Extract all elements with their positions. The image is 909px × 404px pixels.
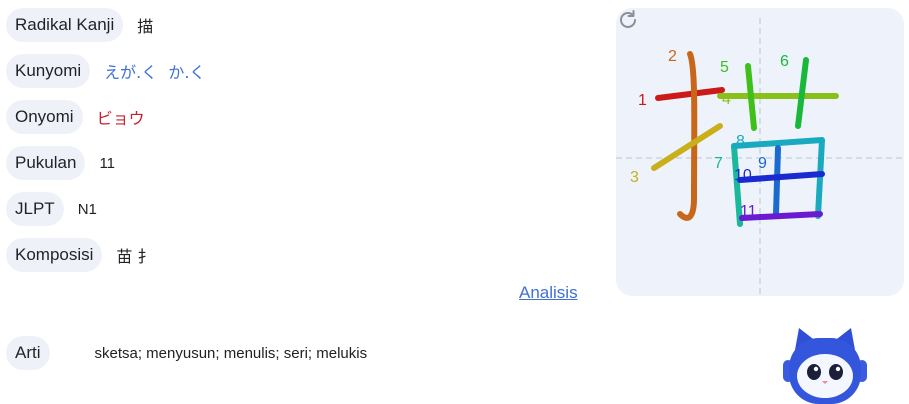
stroke-number-2: 2 <box>668 48 677 65</box>
stroke-2 <box>677 51 698 221</box>
stroke-number-3: 3 <box>630 169 639 186</box>
stroke-number-8: 8 <box>736 133 745 150</box>
onyomi-value[interactable]: ビョウ <box>97 105 145 129</box>
radical-label: Radikal Kanji <box>6 8 124 42</box>
jlpt-row: JLPT N1 <box>6 192 97 226</box>
strokes-label: Pukulan <box>6 146 86 180</box>
strokes-row: Pukulan 11 <box>6 146 115 180</box>
analysis-link[interactable]: Analisis <box>519 283 578 303</box>
stroke-number-11: 11 <box>740 203 757 220</box>
jlpt-label: JLPT <box>6 192 64 226</box>
composition-row: Komposisi 苗 扌 <box>6 238 154 272</box>
stroke-number-5: 5 <box>720 59 729 76</box>
replay-icon[interactable] <box>616 8 640 32</box>
stroke-number-1: 1 <box>638 92 647 109</box>
meaning-value: sketsa; menyusun; menulis; seri; melukis <box>94 344 368 362</box>
stroke-order-svg: 1 2 3 4 5 6 7 8 9 10 11 <box>616 18 904 296</box>
stroke-10 <box>737 171 825 183</box>
meaning-row: Arti sketsa; menyusun; menulis; seri; me… <box>6 336 367 370</box>
composition-label: Komposisi <box>6 238 103 272</box>
stroke-order-diagram: 1 2 3 4 5 6 7 8 9 10 11 <box>616 8 904 296</box>
stroke-6 <box>795 57 809 129</box>
stroke-5 <box>745 63 757 131</box>
stroke-number-7: 7 <box>714 155 723 172</box>
kunyomi-value[interactable]: えが.く か.く <box>104 59 205 83</box>
stroke-3 <box>651 123 723 171</box>
stroke-number-4: 4 <box>722 91 731 108</box>
onyomi-label: Onyomi <box>6 100 83 134</box>
onyomi-row: Onyomi ビョウ <box>6 100 145 134</box>
stroke-number-6: 6 <box>780 53 789 70</box>
radical-row: Radikal Kanji 描 <box>6 8 153 42</box>
jlpt-value: N1 <box>77 200 97 218</box>
stroke-9 <box>773 145 781 217</box>
kunyomi-row: Kunyomi えが.く か.く <box>6 54 205 88</box>
composition-value[interactable]: 苗 扌 <box>116 243 153 267</box>
stroke-number-10: 10 <box>734 167 752 184</box>
stroke-1 <box>655 87 725 101</box>
strokes-value: 11 <box>99 154 116 172</box>
kunyomi-label: Kunyomi <box>6 54 91 88</box>
robot-cat-mascot-icon[interactable] <box>777 326 873 404</box>
stroke-number-9: 9 <box>758 155 767 172</box>
meaning-label: Arti <box>6 336 50 370</box>
radical-value: 描 <box>137 17 154 36</box>
